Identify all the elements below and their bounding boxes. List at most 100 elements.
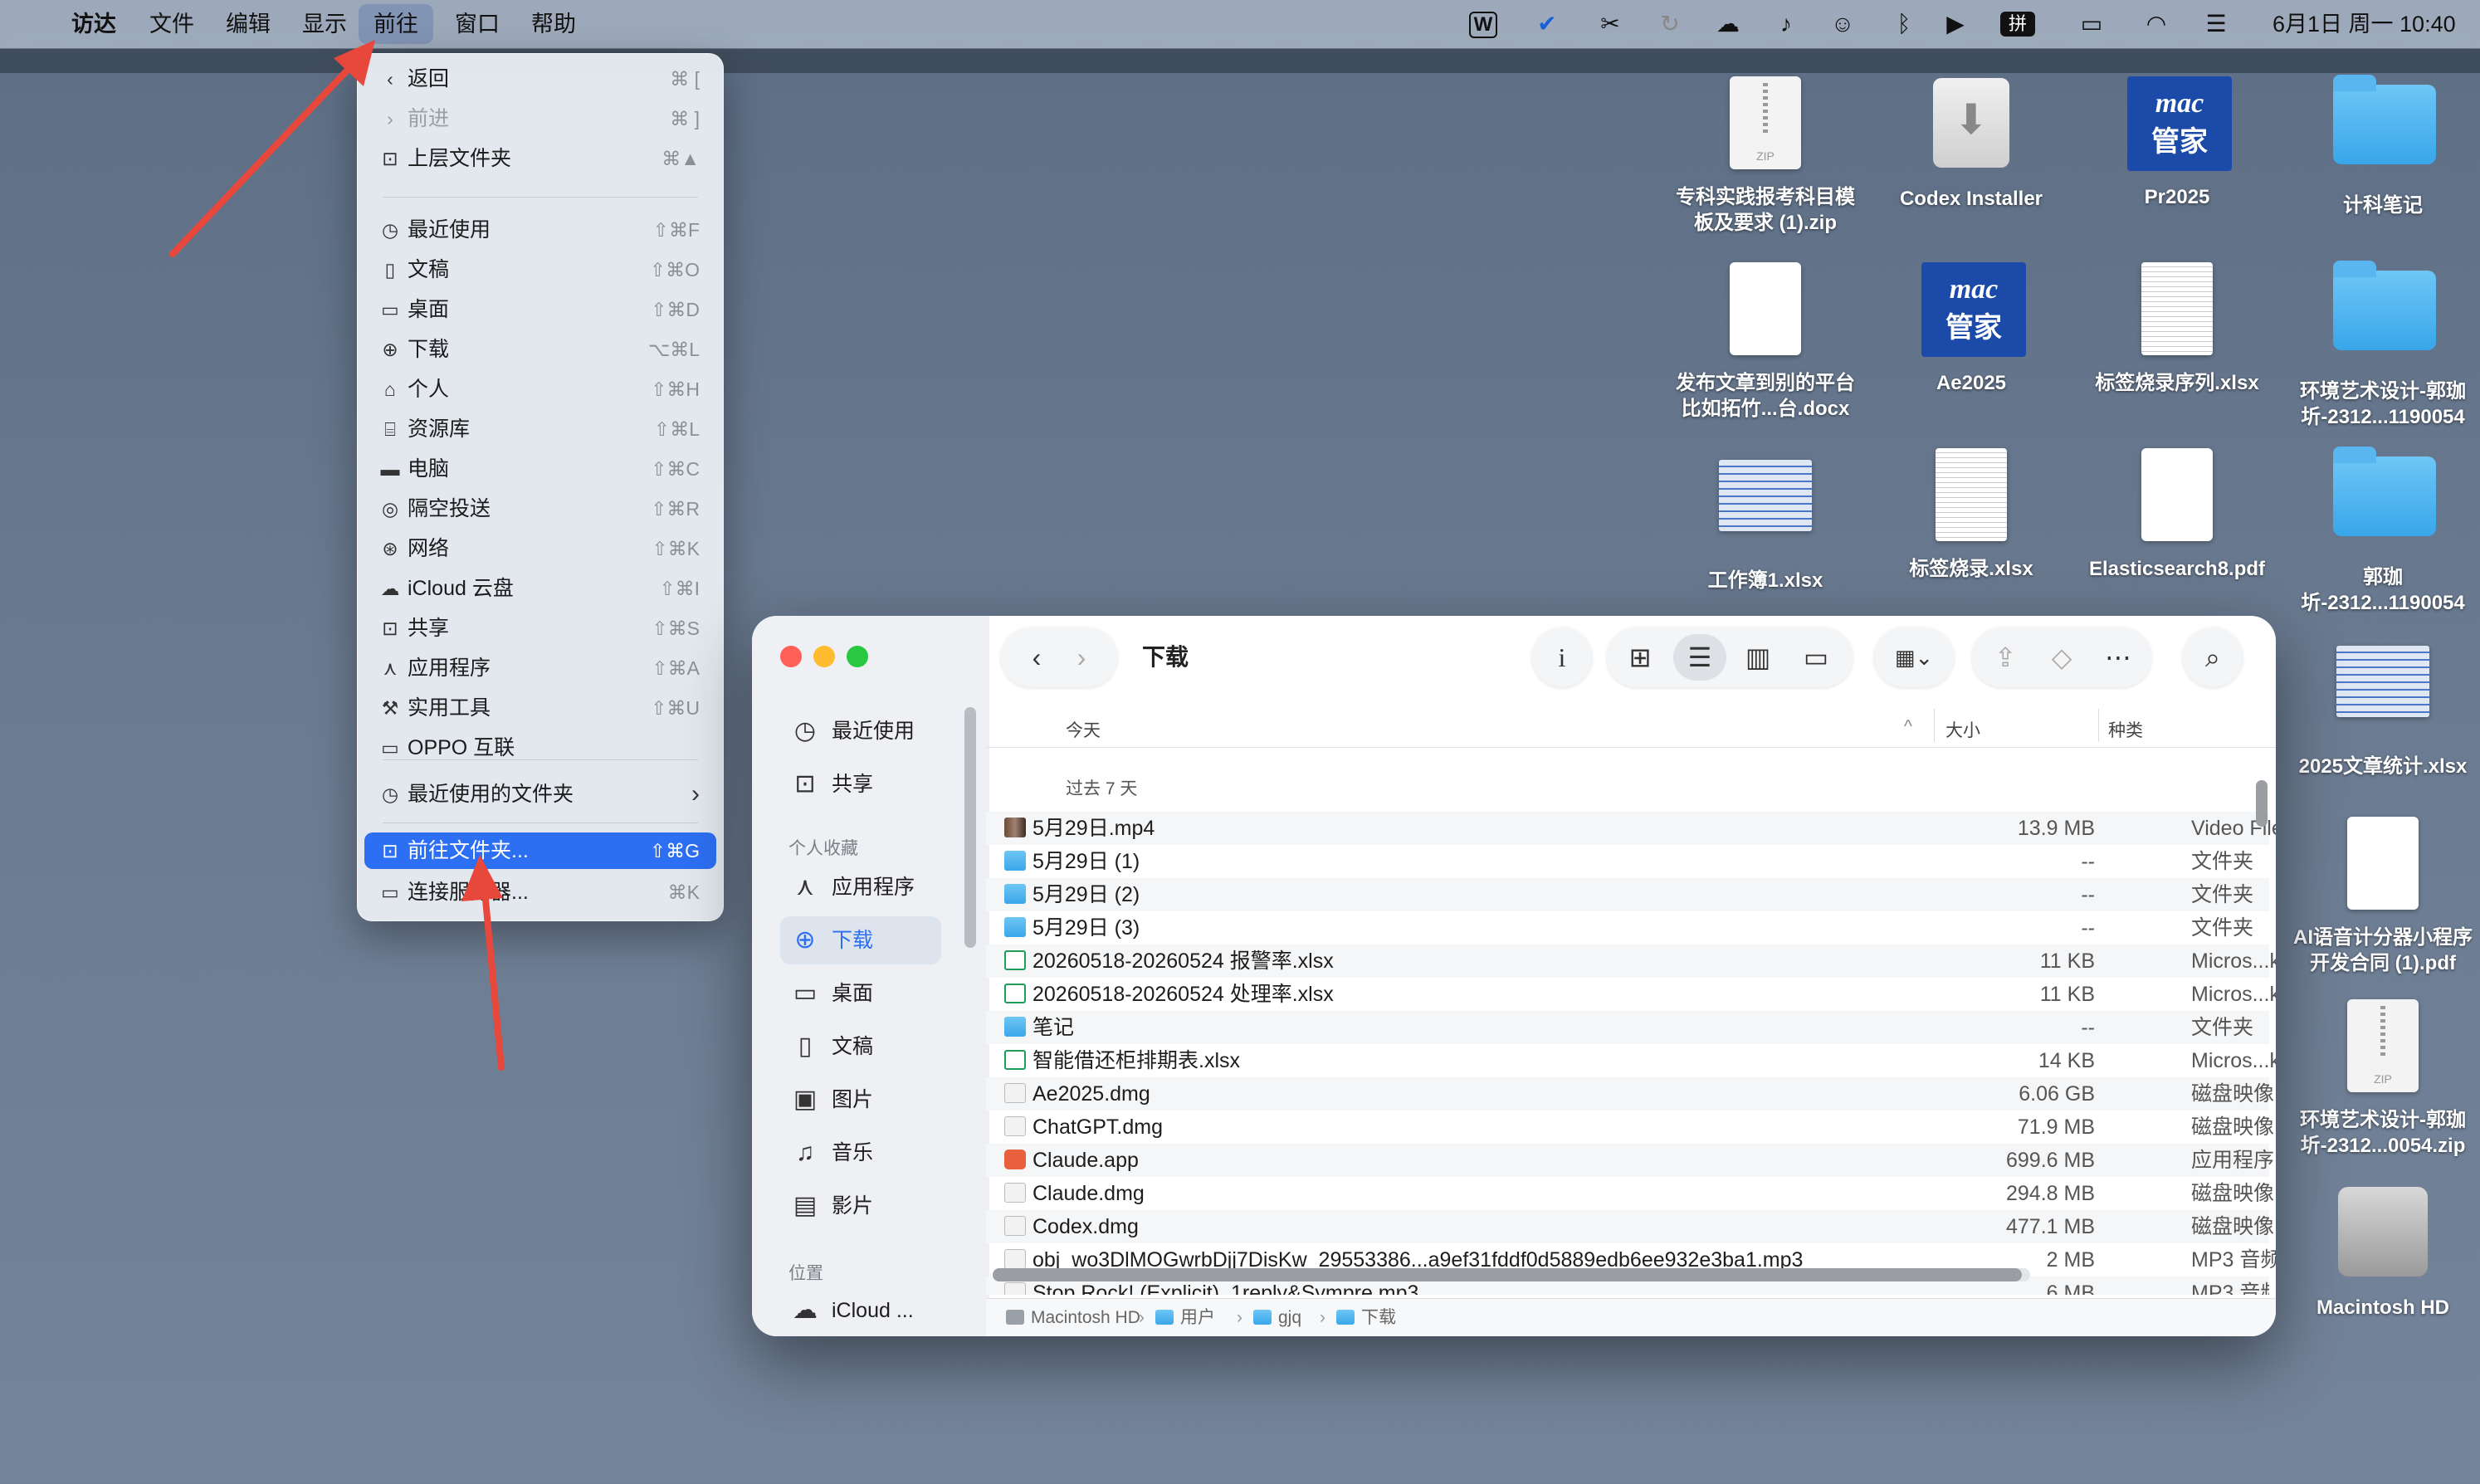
icon-view-icon[interactable]: ⊞ xyxy=(1615,627,1665,687)
desktop-icon-item[interactable]: 标签烧录序列.xlsx xyxy=(2073,259,2281,396)
menu-help[interactable]: 帮助 xyxy=(531,0,576,48)
wps-icon[interactable]: W xyxy=(1469,12,1497,38)
menu-item-enclosing-folder[interactable]: ⊡ 上层文件夹 ⌘▲ xyxy=(364,140,716,177)
gallery-view-icon[interactable]: ▭ xyxy=(1791,627,1841,687)
search-button[interactable]: ⌕ xyxy=(2183,627,2243,687)
list-view-icon[interactable]: ☰ xyxy=(1673,634,1726,681)
path-segment[interactable]: 下载 xyxy=(1361,1299,1396,1336)
tag-icon[interactable]: ◇ xyxy=(2037,627,2087,687)
menu-item-recent-folders[interactable]: ◷ 最近使用的文件夹 › xyxy=(364,776,716,813)
back-icon[interactable]: ‹ xyxy=(1016,627,1057,687)
sidebar-item-desktop[interactable]: ▭ 桌面 xyxy=(780,969,941,1018)
menu-item-desktop[interactable]: ▭ 桌面 ⇧⌘D xyxy=(364,291,716,328)
file-row[interactable]: Codex.dmg 477.1 MB 磁盘映像 xyxy=(986,1210,2274,1243)
menu-edit[interactable]: 编辑 xyxy=(226,0,271,48)
desktop-icon-item[interactable]: 环境艺术设计-郭珈 圻-2312...1190054 xyxy=(2279,259,2480,430)
input-method-icon[interactable]: 拼 xyxy=(2000,12,2035,37)
file-row[interactable]: Ae2025.dmg 6.06 GB 磁盘映像 xyxy=(986,1077,2274,1111)
path-segment[interactable]: gjq xyxy=(1278,1299,1301,1336)
path-segment[interactable]: 用户 xyxy=(1180,1299,1215,1336)
desktop-icon-item[interactable]: 郭珈 圻-2312...1190054 xyxy=(2279,445,2480,616)
file-row[interactable]: Claude.app 699.6 MB 应用程序 xyxy=(986,1144,2274,1177)
file-row[interactable]: 20260518-20260524 处理率.xlsx 11 KB Micros...… xyxy=(986,978,2276,1011)
wechat-icon[interactable]: ☺ xyxy=(1828,10,1858,38)
desktop-icon-item[interactable]: ⬇ Codex Installer xyxy=(1867,73,2075,212)
battery-icon[interactable]: ▭ xyxy=(2070,10,2113,38)
file-row[interactable]: 20260518-20260524 报警率.xlsx 11 KB Micros...… xyxy=(986,945,2276,978)
path-segment[interactable]: Macintosh HD xyxy=(1031,1299,1140,1336)
menu-go[interactable]: 前往 xyxy=(359,4,433,44)
play-icon[interactable]: ▶ xyxy=(1941,10,1970,38)
menubar-clock[interactable]: 6月1日 周一 10:40 xyxy=(2273,0,2456,48)
desktop-icon-item[interactable]: mac 管家 Ae2025 xyxy=(1867,259,2075,396)
share-icon[interactable]: ⇪ xyxy=(1980,627,2030,687)
menu-item-network[interactable]: ⊛ 网络 ⇧⌘K xyxy=(364,530,716,567)
column-header-name[interactable]: 今天 xyxy=(1066,717,1101,742)
bluetooth-icon[interactable]: ᛒ xyxy=(1889,10,1919,38)
menu-item-library[interactable]: ⌸ 资源库 ⇧⌘L xyxy=(364,411,716,447)
menu-file[interactable]: 文件 xyxy=(149,0,194,48)
desktop-icon-item[interactable]: Macintosh HD xyxy=(2279,1182,2480,1320)
sidebar-item-icloud[interactable]: ☁ iCloud ... xyxy=(780,1286,941,1335)
menu-item-applications[interactable]: ⋏ 应用程序 ⇧⌘A xyxy=(364,650,716,686)
desktop-icon-item[interactable]: AI语音计分器小程序 开发合同 (1).pdf xyxy=(2279,813,2480,976)
desktop-icon-item[interactable]: 工作簿1.xlsx xyxy=(1662,445,1869,593)
menu-item-forward[interactable]: › 前进 ⌘ ] xyxy=(364,100,716,137)
menu-item-recents[interactable]: ◷ 最近使用 ⇧⌘F xyxy=(364,212,716,248)
sidebar-item-pictures[interactable]: ▣ 图片 xyxy=(780,1076,941,1124)
swirl-icon[interactable]: ↻ xyxy=(1655,10,1685,38)
wifi-icon[interactable]: ◠ xyxy=(2141,10,2171,38)
desktop-icon-item[interactable]: Elasticsearch8.pdf xyxy=(2073,445,2281,582)
sidebar-item-shared[interactable]: ⊡ 共享 xyxy=(780,760,941,808)
menu-item-goto-folder[interactable]: ⊡ 前往文件夹... ⇧⌘G xyxy=(364,832,716,869)
menu-window[interactable]: 窗口 xyxy=(455,0,500,48)
menu-item-downloads[interactable]: ⊕ 下载 ⌥⌘L xyxy=(364,331,716,368)
group-button[interactable]: ▦⌄ xyxy=(1874,627,1954,687)
zoom-button[interactable] xyxy=(847,646,868,667)
file-row[interactable]: Claude.dmg 294.8 MB 磁盘映像 xyxy=(986,1177,2274,1210)
menu-item-connect-server[interactable]: ▭ 连接服务器... ⌘K xyxy=(364,874,716,910)
minimize-button[interactable] xyxy=(813,646,835,667)
menu-item-shared[interactable]: ⊡ 共享 ⇧⌘S xyxy=(364,610,716,647)
desktop-icon-item[interactable]: ZIP 专科实践报考科目模 板及要求 (1).zip xyxy=(1662,73,1869,236)
file-row[interactable]: 5月29日.mp4 13.9 MB Video File xyxy=(986,812,2276,845)
sidebar-item-recents[interactable]: ◷ 最近使用 xyxy=(780,707,941,755)
menu-item-icloud-drive[interactable]: ☁ iCloud 云盘 ⇧⌘I xyxy=(364,570,716,607)
desktop-icon-item[interactable]: mac 管家 Pr2025 xyxy=(2073,73,2281,210)
column-header-size[interactable]: 大小 xyxy=(1945,717,1980,742)
file-row[interactable]: 5月29日 (2) -- 文件夹 xyxy=(986,878,2269,911)
desktop-icon-item[interactable]: 标签烧录.xlsx xyxy=(1867,445,2075,582)
file-row[interactable]: 5月29日 (3) -- 文件夹 xyxy=(986,911,2269,945)
horizontal-scrollbar[interactable] xyxy=(993,1268,2022,1281)
menu-item-documents[interactable]: ▯ 文稿 ⇧⌘O xyxy=(364,251,716,288)
more-icon[interactable]: ⋯ xyxy=(2093,627,2143,687)
file-row[interactable]: ChatGPT.dmg 71.9 MB 磁盘映像 xyxy=(986,1111,2274,1144)
file-row[interactable]: 笔记 -- 文件夹 xyxy=(986,1011,2269,1044)
vpn-icon[interactable]: ✔ xyxy=(1532,10,1562,38)
menu-item-oppo-connect[interactable]: ▭ OPPO 互联 xyxy=(364,730,716,766)
capcut-icon[interactable]: ✂ xyxy=(1595,10,1625,38)
close-button[interactable] xyxy=(780,646,802,667)
sidebar-item-music[interactable]: ♫ 音乐 xyxy=(780,1129,941,1177)
menu-view[interactable]: 显示 xyxy=(302,0,347,48)
desktop-icon-item[interactable]: 2025文章统计.xlsx xyxy=(2279,631,2480,779)
cloud-link-icon[interactable]: ☁ xyxy=(1713,10,1743,38)
file-row[interactable]: 5月29日 (1) -- 文件夹 xyxy=(986,845,2269,878)
bell-icon[interactable]: ♪ xyxy=(1771,10,1801,38)
menu-item-utilities[interactable]: ⚒ 实用工具 ⇧⌘U xyxy=(364,690,716,726)
column-header-kind[interactable]: 种类 xyxy=(2108,717,2143,742)
info-button[interactable]: i xyxy=(1532,627,1592,687)
vertical-scrollbar[interactable] xyxy=(2256,780,2268,827)
sidebar-item-downloads[interactable]: ⊕ 下载 xyxy=(780,916,941,964)
desktop-icon-item[interactable]: ZIP 环境艺术设计-郭珈 圻-2312...0054.zip xyxy=(2279,996,2480,1159)
desktop-icon-item[interactable]: 发布文章到别的平台 比如拓竹...台.docx xyxy=(1662,259,1869,422)
control-center-icon[interactable]: ☰ xyxy=(2201,10,2231,38)
desktop-icon-item[interactable]: 计科笔记 xyxy=(2279,73,2480,218)
sidebar-item-movies[interactable]: ▤ 影片 xyxy=(780,1182,941,1230)
menu-finder[interactable]: 访达 xyxy=(71,0,116,48)
sidebar-item-applications[interactable]: ⋏ 应用程序 xyxy=(780,863,941,911)
forward-icon[interactable]: › xyxy=(1061,627,1102,687)
column-view-icon[interactable]: ▥ xyxy=(1733,627,1783,687)
sidebar-scrollbar[interactable] xyxy=(964,707,976,948)
menu-item-back[interactable]: ‹ 返回 ⌘ [ xyxy=(364,61,716,97)
